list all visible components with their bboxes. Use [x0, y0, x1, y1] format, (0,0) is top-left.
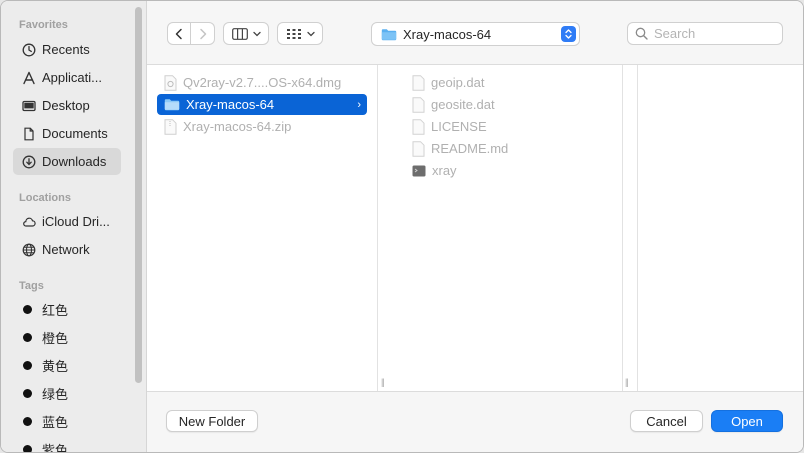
tag-dot-icon: [23, 305, 32, 314]
stepper-icon: [561, 26, 576, 42]
file-row-xray-zip[interactable]: Xray-macos-64.zip: [157, 116, 367, 137]
sidebar-item-label: 紫色: [42, 443, 69, 453]
path-popup-label: Xray-macos-64: [403, 26, 492, 42]
sidebar-tag-red[interactable]: 红色: [13, 296, 121, 323]
sidebar-item-label: 黄色: [42, 359, 69, 374]
column-resize-handle[interactable]: ||: [381, 377, 385, 387]
column-downloads: Qv2ray-v2.7....OS-x64.dmg Xray-macos-64 …: [147, 65, 385, 391]
dmg-file-icon: [164, 74, 177, 91]
file-row-xray-executable[interactable]: xray: [405, 160, 605, 181]
column-empty: [637, 65, 803, 391]
sidebar-scrollbar[interactable]: [135, 7, 142, 383]
file-name: geosite.dat: [431, 97, 495, 112]
file-name: README.md: [431, 141, 509, 156]
toolbar: Xray-macos-64: [147, 1, 803, 65]
tag-dot-icon: [23, 333, 32, 342]
column-xray-folder: geoip.dat geosite.dat LICENSE README.md …: [391, 65, 629, 391]
cloud-icon: [22, 215, 36, 229]
applications-icon: [22, 71, 36, 85]
nav-buttons: [167, 22, 215, 45]
sidebar-item-label: 蓝色: [42, 415, 69, 430]
globe-icon: [22, 243, 36, 257]
path-popup-button[interactable]: Xray-macos-64: [371, 22, 580, 46]
file-row-readme[interactable]: README.md: [405, 138, 605, 159]
file-name: Qv2ray-v2.7....OS-x64.dmg: [183, 75, 342, 90]
sidebar-item-label: 绿色: [42, 387, 69, 402]
group-by-button[interactable]: [277, 22, 323, 45]
sidebar-item-applications[interactable]: Applicati...: [13, 64, 121, 91]
sidebar-item-documents[interactable]: Documents: [13, 120, 121, 147]
file-row-geosite[interactable]: geosite.dat: [405, 94, 605, 115]
sidebar: Favorites Recents Applicati... Desktop D…: [1, 1, 147, 453]
sidebar-item-downloads[interactable]: Downloads: [13, 148, 121, 175]
column-browser: Qv2ray-v2.7....OS-x64.dmg Xray-macos-64 …: [147, 65, 803, 391]
sidebar-tag-orange[interactable]: 橙色: [13, 324, 121, 351]
grid-icon: [286, 28, 301, 39]
sidebar-item-label: Desktop: [42, 98, 90, 113]
chevron-right-icon: ›: [357, 98, 361, 111]
sidebar-tag-purple[interactable]: 紫色: [13, 436, 121, 453]
file-name: xray: [432, 163, 457, 178]
column-view-icon: [231, 27, 248, 40]
chevron-down-icon: [306, 31, 315, 36]
file-icon: [412, 96, 425, 113]
sidebar-item-label: Recents: [42, 42, 90, 57]
file-row-license[interactable]: LICENSE: [405, 116, 605, 137]
sidebar-item-label: iCloud Dri...: [42, 214, 110, 229]
new-folder-button[interactable]: New Folder: [166, 410, 258, 432]
chevron-left-icon: [175, 28, 182, 39]
tags-heading: Tags: [19, 280, 44, 292]
dialog-footer: New Folder Cancel Open: [147, 391, 803, 452]
column-resize-handle[interactable]: ||: [625, 377, 629, 387]
file-name: Xray-macos-64: [186, 97, 275, 112]
sidebar-item-label: Documents: [42, 126, 108, 141]
tag-dot-icon: [23, 389, 32, 398]
sidebar-tag-blue[interactable]: 蓝色: [13, 408, 121, 435]
executable-icon: [412, 165, 426, 176]
file-name: Xray-macos-64.zip: [183, 119, 292, 134]
view-mode-button[interactable]: [223, 22, 269, 45]
tag-dot-icon: [23, 445, 32, 452]
sidebar-item-label: Downloads: [42, 154, 107, 169]
sidebar-item-label: 橙色: [42, 331, 69, 346]
cancel-button[interactable]: Cancel: [630, 410, 703, 432]
sidebar-item-network[interactable]: Network: [13, 236, 121, 263]
forward-button[interactable]: [191, 22, 215, 45]
chevron-down-icon: [252, 31, 261, 36]
document-icon: [22, 127, 36, 141]
zip-file-icon: [164, 118, 177, 135]
file-icon: [412, 74, 425, 91]
tag-dot-icon: [23, 417, 32, 426]
folder-icon: [381, 28, 397, 40]
file-row-geoip[interactable]: geoip.dat: [405, 72, 605, 93]
file-name: geoip.dat: [431, 75, 485, 90]
sidebar-item-label: Network: [42, 242, 90, 257]
locations-heading: Locations: [19, 192, 71, 204]
file-icon: [412, 118, 425, 135]
sidebar-item-label: 红色: [42, 303, 69, 318]
clock-icon: [22, 43, 36, 57]
chevron-right-icon: [199, 28, 206, 39]
file-icon: [412, 140, 425, 157]
tag-dot-icon: [23, 361, 32, 370]
sidebar-tag-green[interactable]: 绿色: [13, 380, 121, 407]
sidebar-tag-yellow[interactable]: 黄色: [13, 352, 121, 379]
search-input[interactable]: [654, 26, 774, 41]
file-row-qv2ray-dmg[interactable]: Qv2ray-v2.7....OS-x64.dmg: [157, 72, 367, 93]
back-button[interactable]: [167, 22, 191, 45]
search-icon: [635, 27, 648, 40]
file-row-xray-folder[interactable]: Xray-macos-64 ›: [157, 94, 367, 115]
file-name: LICENSE: [431, 119, 487, 134]
sidebar-item-icloud-drive[interactable]: iCloud Dri...: [13, 208, 121, 235]
download-icon: [22, 155, 36, 169]
sidebar-item-label: Applicati...: [42, 70, 102, 85]
sidebar-item-recents[interactable]: Recents: [13, 36, 121, 63]
search-field[interactable]: [627, 22, 783, 45]
favorites-heading: Favorites: [19, 19, 68, 31]
folder-icon: [164, 99, 180, 111]
desktop-icon: [22, 99, 36, 113]
sidebar-item-desktop[interactable]: Desktop: [13, 92, 121, 119]
open-button[interactable]: Open: [711, 410, 783, 432]
open-file-dialog: Favorites Recents Applicati... Desktop D…: [0, 0, 804, 453]
